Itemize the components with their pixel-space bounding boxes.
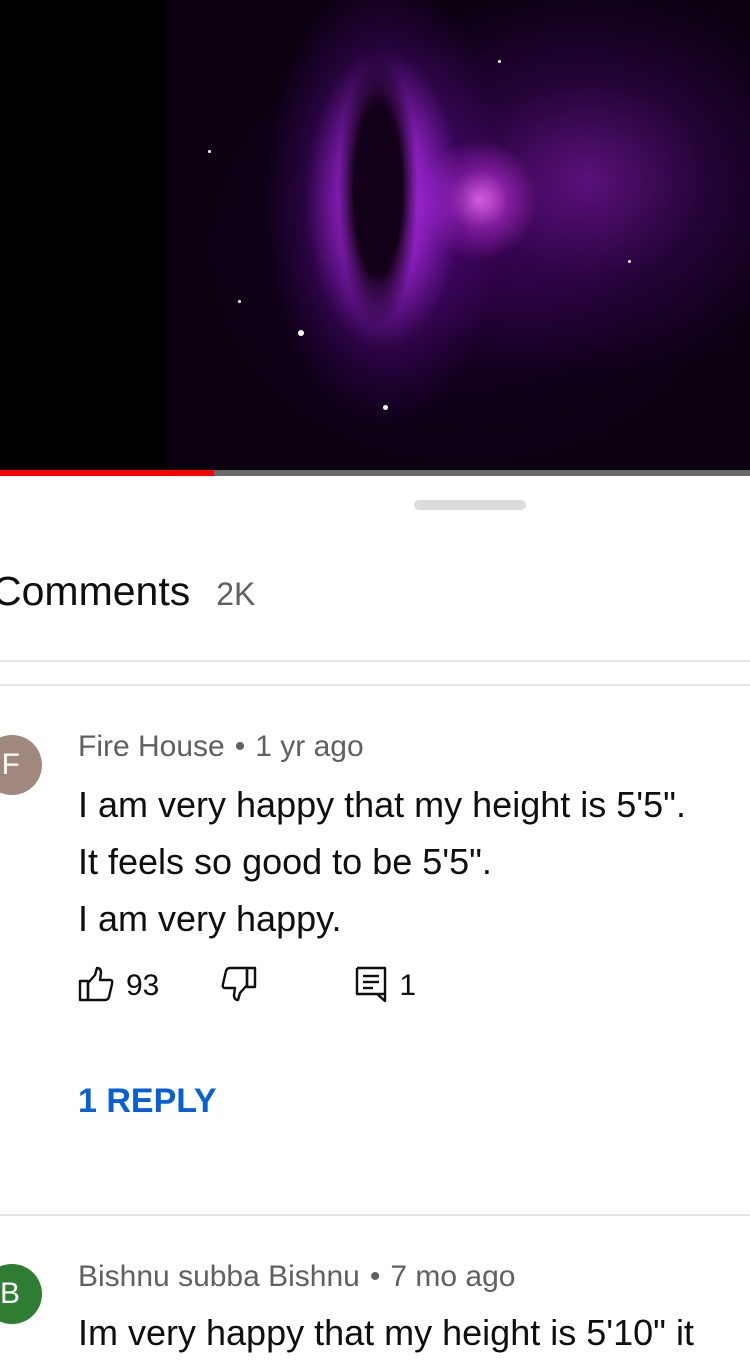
comment-actions: 93 1 <box>76 966 416 1006</box>
reply-count: 1 <box>399 969 417 1002</box>
star <box>628 260 631 263</box>
video-player[interactable] <box>0 0 750 470</box>
star <box>383 405 388 410</box>
star <box>208 150 211 153</box>
comment-line: I am very happy that my height is 5'5". <box>78 784 686 825</box>
comment-line: I am very happy. <box>78 898 342 939</box>
video-letterbox <box>0 0 168 470</box>
comment-text: I am very happy that my height is 5'5". … <box>78 776 686 947</box>
video-frame <box>168 0 750 470</box>
avatar[interactable]: F <box>0 735 42 795</box>
star <box>298 330 304 336</box>
comment-item: B Bishnu subba Bishnu • 7 mo ago Im very h… <box>0 1240 750 1353</box>
dislike-button[interactable] <box>219 964 259 1009</box>
thumbs-down-icon <box>219 964 259 1009</box>
avatar[interactable]: B <box>0 1264 42 1324</box>
comments-header: Comments 2K <box>0 568 255 618</box>
avatar-initial: B <box>0 1277 20 1310</box>
avatar-initial: F <box>1 748 20 781</box>
view-replies-link[interactable]: 1 REPLY <box>78 1082 217 1121</box>
comments-count: 2K <box>216 576 256 612</box>
meta-separator: • <box>369 1260 381 1293</box>
sheet-drag-handle[interactable] <box>414 500 526 510</box>
comment-icon <box>353 964 389 1009</box>
comment-time: 1 yr ago <box>255 730 364 763</box>
star <box>238 300 241 303</box>
comment-line: Im very happy that my height is 5'10" it <box>78 1312 694 1353</box>
header-divider <box>0 660 750 662</box>
like-count: 93 <box>126 969 160 1002</box>
header-divider-shadow <box>0 684 750 686</box>
comments-title: Comments <box>0 568 191 614</box>
meta-separator: • <box>234 730 246 763</box>
thumbs-up-icon <box>76 964 116 1009</box>
comment-author[interactable]: Bishnu subba Bishnu <box>78 1260 360 1293</box>
comment-meta: Bishnu subba Bishnu • 7 mo ago <box>78 1260 515 1294</box>
comment-text: Im very happy that my height is 5'10" it <box>78 1304 694 1361</box>
comment-meta: Fire House • 1 yr ago <box>78 730 364 764</box>
comment-divider <box>0 1214 750 1216</box>
comment-line: It feels so good to be 5'5". <box>78 841 492 882</box>
like-button[interactable]: 93 <box>76 964 159 1009</box>
comment-time: 7 mo ago <box>390 1260 516 1293</box>
star <box>498 60 501 63</box>
comment-item: F Fire House • 1 yr ago I am very happy th… <box>0 710 750 1210</box>
comments-sheet: Comments 2K F Fire House • 1 yr ago I am v… <box>0 476 750 1353</box>
reply-button[interactable]: 1 <box>353 964 416 1009</box>
comment-author[interactable]: Fire House <box>78 730 225 763</box>
